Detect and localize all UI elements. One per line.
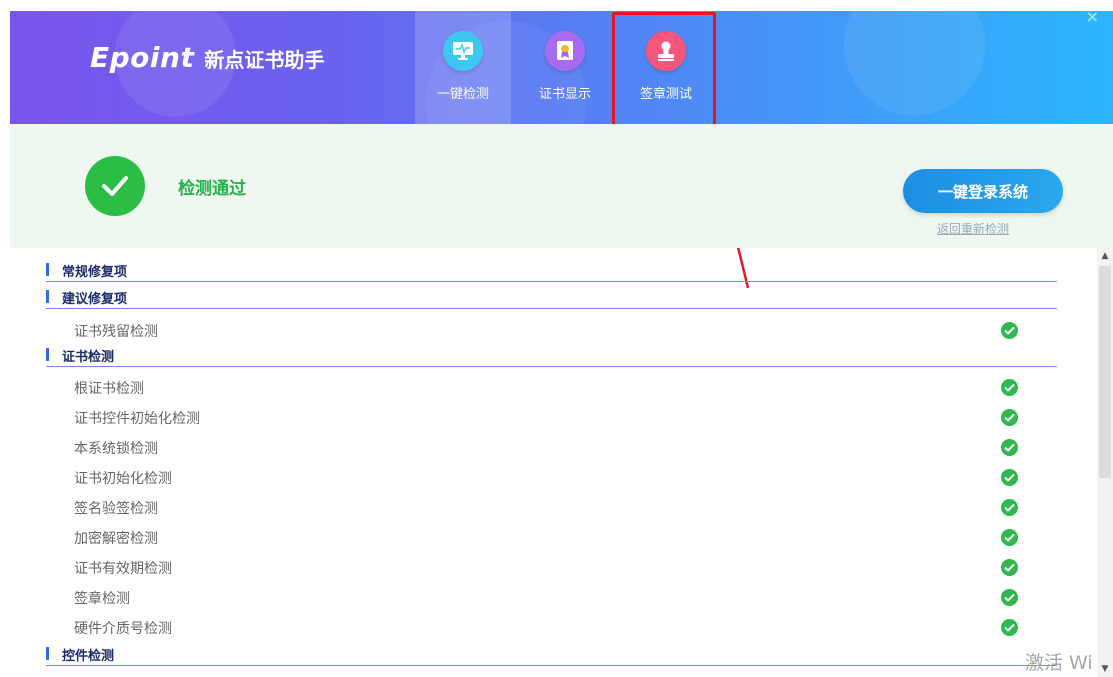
item-label: 证书初始化检测 (74, 471, 172, 487)
tab-certificate-display[interactable]: 证书显示 (517, 11, 613, 124)
scroll-thumb[interactable] (1099, 266, 1111, 478)
section-header: 控件检测 (46, 644, 1057, 666)
scroll-down-icon[interactable]: ▼ (1097, 661, 1113, 677)
check-circle-icon (1001, 322, 1018, 339)
status-text: 检测通过 (178, 179, 246, 199)
check-circle-icon (1001, 469, 1018, 486)
app-title: 新点证书助手 (204, 48, 325, 72)
close-icon[interactable]: × (1086, 11, 1099, 26)
section-marker (46, 290, 49, 303)
list-item: 签章检测 (74, 586, 1064, 612)
check-results-list: 常规修复项 建议修复项 证书残留检测 证书检测 根证书检测 证书控件初始化检测 … (40, 248, 1098, 677)
item-label: 本系统锁检测 (74, 441, 158, 457)
section-title: 常规修复项 (62, 265, 128, 280)
section-title: 控件检测 (62, 649, 115, 664)
vertical-scrollbar[interactable]: ▲ ▼ (1097, 248, 1113, 677)
tab-one-click-check[interactable]: 一键检测 (415, 11, 511, 124)
one-click-login-button[interactable]: 一键登录系统 (903, 169, 1063, 213)
brand: Epoint 新点证书助手 (90, 41, 324, 74)
item-label: 硬件介质号检测 (74, 621, 172, 637)
tab-label: 证书显示 (538, 87, 591, 102)
section-marker (46, 647, 49, 660)
section-title: 建议修复项 (62, 292, 128, 307)
app-header: Epoint 新点证书助手 一键检测 证书显示 签章测试 × (10, 11, 1113, 124)
section-marker (46, 348, 49, 361)
section-header: 证书检测 (46, 345, 1057, 367)
check-circle-icon (1001, 619, 1018, 636)
list-item: 根证书检测 (74, 376, 1064, 402)
monitor-icon (443, 31, 483, 71)
item-label: 证书控件初始化检测 (74, 411, 200, 427)
check-circle-icon (85, 156, 145, 216)
check-circle-icon (1001, 379, 1018, 396)
scroll-up-icon[interactable]: ▲ (1097, 248, 1113, 264)
list-item: 加密解密检测 (74, 526, 1064, 552)
activation-watermark: 激活 Wi (1025, 652, 1093, 674)
check-circle-icon (1001, 409, 1018, 426)
check-circle-icon (1001, 589, 1018, 606)
list-item: 证书残留检测 (74, 319, 1064, 345)
section-header: 常规修复项 (46, 260, 1057, 282)
item-label: 加密解密检测 (74, 531, 158, 547)
item-label: 证书残留检测 (74, 324, 158, 340)
item-label: 签名验签检测 (74, 501, 158, 517)
highlight-box (612, 12, 716, 130)
item-label: 证书有效期检测 (74, 561, 172, 577)
section-title: 证书检测 (62, 350, 115, 365)
check-circle-icon (1001, 559, 1018, 576)
check-circle-icon (1001, 529, 1018, 546)
check-circle-icon (1001, 499, 1018, 516)
certificate-icon (545, 31, 585, 71)
list-item: 硬件介质号检测 (74, 616, 1064, 642)
list-item: 签名验签检测 (74, 496, 1064, 522)
list-item: 证书有效期检测 (74, 556, 1064, 582)
recheck-link[interactable]: 返回重新检测 (937, 220, 1009, 237)
list-item: 证书初始化检测 (74, 466, 1064, 492)
item-label: 签章检测 (74, 591, 130, 607)
tab-label: 一键检测 (436, 87, 489, 102)
epoint-logo: Epoint (90, 41, 195, 74)
list-item: 本系统锁检测 (74, 436, 1064, 462)
status-banner: 检测通过 一键登录系统 返回重新检测 (10, 124, 1113, 248)
list-item: 证书控件初始化检测 (74, 406, 1064, 432)
section-marker (46, 263, 49, 276)
item-label: 根证书检测 (74, 381, 144, 397)
check-circle-icon (1001, 439, 1018, 456)
section-header: 建议修复项 (46, 287, 1057, 309)
